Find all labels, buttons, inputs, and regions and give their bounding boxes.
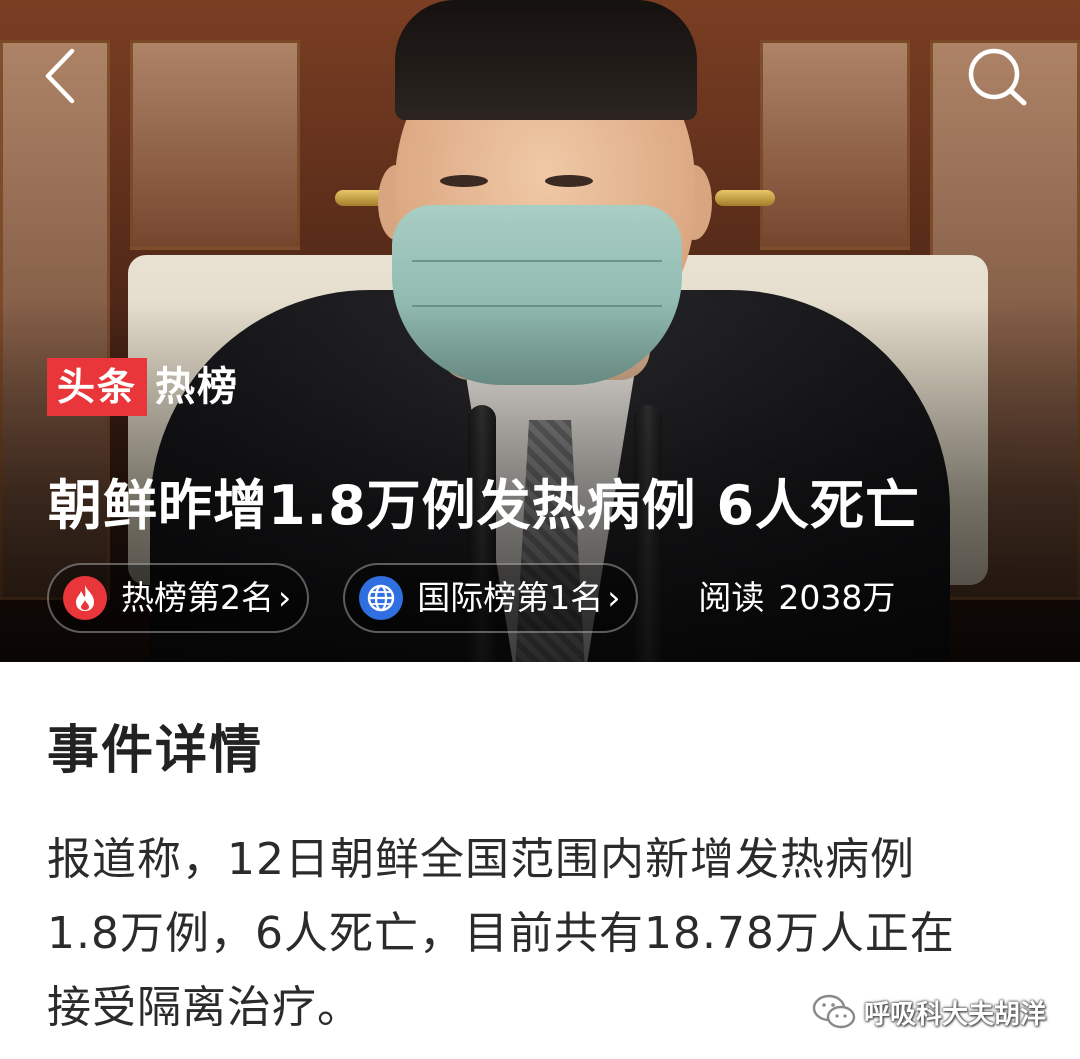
eye xyxy=(440,175,488,187)
door-handle xyxy=(715,190,775,206)
globe-icon xyxy=(359,576,404,620)
background-panel xyxy=(760,40,910,250)
section-title: 事件详情 xyxy=(47,721,264,781)
paragraph-line: 1.8万例，6人死亡，目前共有18.78万人正在 xyxy=(47,908,955,959)
headline: 朝鲜昨增1.8万例发热病例 6人死亡 xyxy=(48,474,921,537)
paragraph-line: 报道称，12日朝鲜全国范围内新增发热病例 xyxy=(47,834,915,885)
hot-list-logo: 头条 热榜 xyxy=(47,358,239,416)
brand-tag: 头条 xyxy=(47,358,148,416)
read-count-value: 2038万 xyxy=(778,578,896,617)
read-count: 阅读 2038万 xyxy=(698,563,895,633)
chevron-left-icon xyxy=(45,48,75,104)
brand-name: 热榜 xyxy=(155,364,240,410)
chevron-right-icon: › xyxy=(278,578,292,617)
hot-rank-label: 热榜第2名 xyxy=(121,578,274,617)
read-count-label: 阅读 xyxy=(698,578,765,617)
chevron-right-icon: › xyxy=(607,578,621,617)
back-button[interactable] xyxy=(36,45,92,105)
flame-icon xyxy=(63,576,107,620)
intl-rank-pill[interactable]: 国际榜第1名 › xyxy=(343,563,639,633)
hair xyxy=(395,0,697,120)
hot-rank-pill[interactable]: 热榜第2名 › xyxy=(47,563,310,633)
intl-rank-label: 国际榜第1名 xyxy=(417,578,604,617)
background-panel xyxy=(130,40,300,250)
wechat-icon xyxy=(812,994,856,1029)
watermark: 呼吸科大夫胡洋 xyxy=(812,990,1046,1034)
search-button[interactable] xyxy=(962,45,1032,109)
search-icon xyxy=(968,48,1027,106)
ranking-row: 热榜第2名 › 国际榜第1名 › 阅读 2038万 xyxy=(47,563,895,633)
watermark-text: 呼吸科大夫胡洋 xyxy=(864,999,1047,1030)
eye xyxy=(545,175,593,187)
